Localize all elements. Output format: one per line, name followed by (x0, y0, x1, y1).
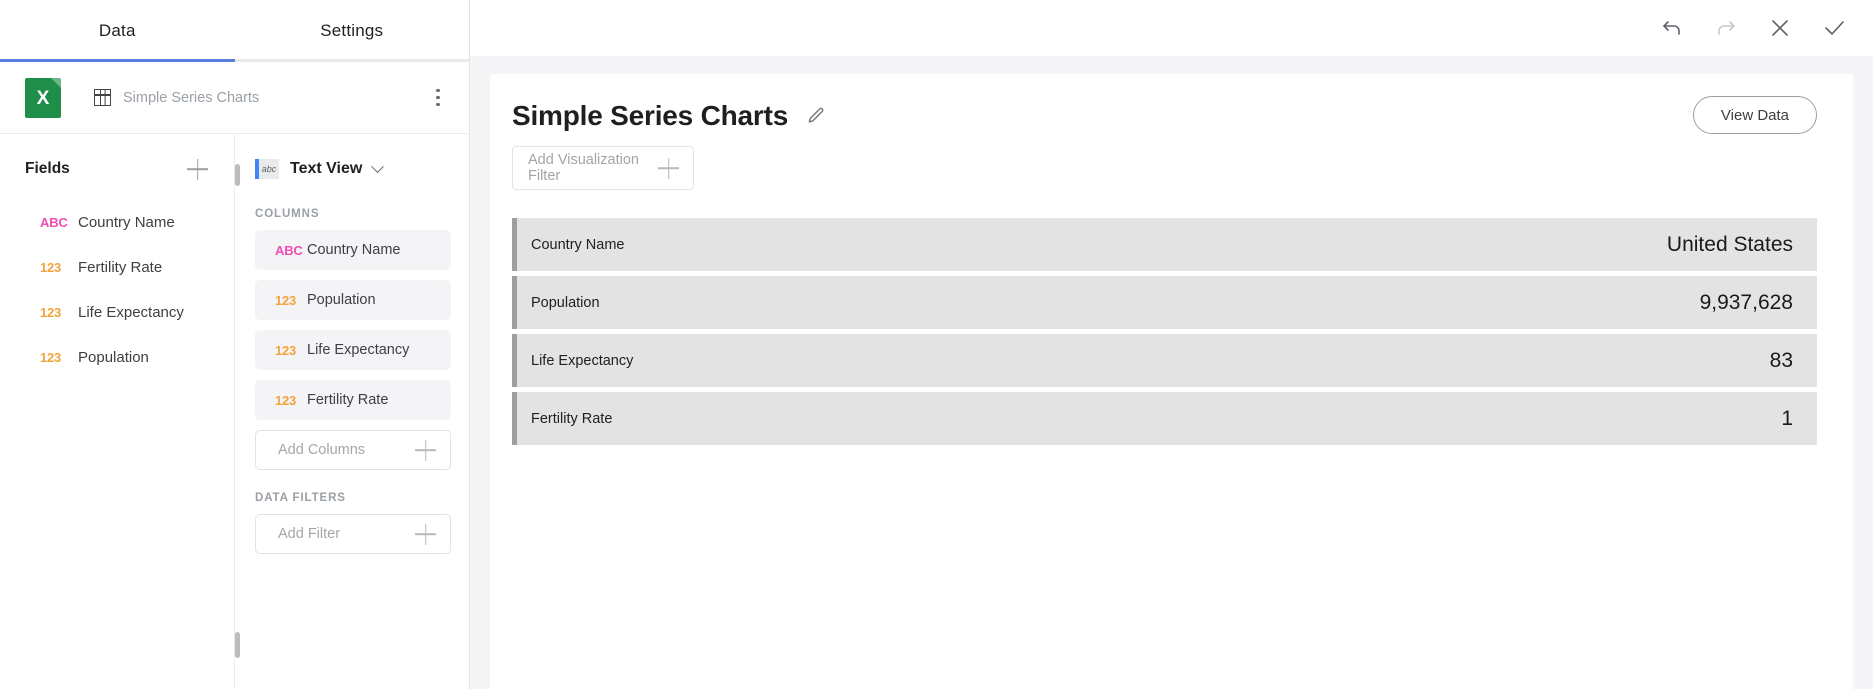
panel-tabs: Data Settings (0, 0, 469, 62)
add-filter-label: Add Filter (278, 526, 341, 542)
config-scrollbar-thumb-bottom[interactable] (235, 632, 240, 658)
tab-settings-label: Settings (320, 21, 384, 40)
tab-settings[interactable]: Settings (235, 0, 470, 62)
view-type-label: Text View (290, 160, 363, 177)
add-filter-plus-icon (415, 524, 436, 545)
app-root: Data Settings X Simple Series Charts Fie… (0, 0, 1873, 689)
field-item-country-name[interactable]: ABC Country Name (0, 200, 234, 245)
chevron-down-icon (371, 159, 385, 173)
table-row: Country Name United States (512, 218, 1817, 271)
add-columns-label: Add Columns (278, 442, 366, 458)
visualization-canvas: Simple Series Charts View Data Add Visua… (470, 56, 1873, 689)
fields-header: Fields (0, 154, 234, 184)
config-scrollbar-thumb-top[interactable] (235, 164, 240, 186)
tab-data-label: Data (98, 21, 136, 40)
add-field-plus-icon[interactable] (187, 159, 208, 180)
type-123-icon: 123 (40, 305, 62, 320)
kebab-menu-icon[interactable] (427, 83, 449, 113)
add-visualization-filter-plus-icon (658, 158, 679, 179)
view-data-button[interactable]: View Data (1692, 96, 1817, 134)
columns-section-heading: COLUMNS (255, 208, 320, 220)
text-view-icon: abc (255, 159, 279, 179)
dataset-row[interactable]: X Simple Series Charts (0, 62, 469, 134)
view-data-label: View Data (1720, 106, 1789, 124)
field-item-fertility-rate[interactable]: 123 Fertility Rate (0, 245, 234, 290)
column-chip-label: Fertility Rate (307, 392, 389, 408)
data-filters-section-heading: DATA FILTERS (255, 492, 346, 504)
redo-arrow-icon[interactable] (1709, 11, 1743, 45)
row-value: 9,937,628 (1699, 290, 1793, 314)
type-123-icon: 123 (275, 342, 297, 358)
row-value: 1 (1781, 406, 1793, 430)
checkmark-icon[interactable] (1817, 11, 1851, 45)
type-123-icon: 123 (40, 350, 62, 365)
type-123-icon: 123 (275, 292, 297, 308)
main-area: Simple Series Charts View Data Add Visua… (470, 0, 1873, 689)
type-123-icon: 123 (40, 260, 62, 275)
field-label: Country Name (78, 214, 175, 231)
visualization-config-column: abc Text View COLUMNS ABC Country Name 1… (235, 134, 469, 689)
field-label: Fertility Rate (78, 259, 163, 276)
column-chip-label: Country Name (307, 242, 401, 258)
add-columns-plus-icon (415, 440, 436, 461)
column-chip-country-name[interactable]: ABC Country Name (255, 230, 451, 270)
row-label: Population (531, 294, 600, 311)
page-title: Simple Series Charts (512, 100, 789, 131)
row-label: Country Name (531, 236, 625, 253)
dataset-name: Simple Series Charts (123, 89, 260, 106)
type-123-icon: 123 (275, 392, 297, 408)
fields-column: Fields ABC Country Name 123 Fertility Ra… (0, 134, 235, 689)
tab-data[interactable]: Data (0, 0, 235, 62)
table-row: Fertility Rate 1 (512, 392, 1817, 445)
type-abc-icon: ABC (40, 215, 68, 230)
table-row: Life Expectancy 83 (512, 334, 1817, 387)
row-label: Life Expectancy (531, 352, 634, 369)
column-chip-fertility-rate[interactable]: 123 Fertility Rate (255, 380, 451, 420)
add-filter-button[interactable]: Add Filter (255, 514, 451, 554)
column-chip-life-expectancy[interactable]: 123 Life Expectancy (255, 330, 451, 370)
pencil-edit-icon[interactable] (806, 106, 826, 126)
type-abc-icon: ABC (275, 242, 303, 258)
row-value: United States (1666, 232, 1793, 256)
column-chip-label: Population (307, 292, 376, 308)
add-visualization-filter-button[interactable]: Add Visualization Filter (512, 146, 694, 190)
add-columns-button[interactable]: Add Columns (255, 430, 451, 470)
field-label: Population (78, 349, 149, 366)
add-visualization-filter-label: Add Visualization Filter (528, 152, 639, 184)
table-grid-icon (94, 89, 111, 106)
tab-active-indicator (0, 59, 235, 62)
close-x-icon[interactable] (1763, 11, 1797, 45)
column-chip-label: Life Expectancy (307, 342, 410, 358)
left-config-panel: Data Settings X Simple Series Charts Fie… (0, 0, 470, 689)
table-row: Population 9,937,628 (512, 276, 1817, 329)
text-view-rows: Country Name United States Population 9,… (512, 218, 1817, 445)
undo-arrow-icon[interactable] (1655, 11, 1689, 45)
row-value: 83 (1769, 348, 1793, 372)
visualization-card: Simple Series Charts View Data Add Visua… (490, 74, 1853, 689)
row-label: Fertility Rate (531, 410, 613, 427)
excel-icon: X (25, 77, 61, 118)
visualization-header: Simple Series Charts (512, 100, 1817, 132)
fields-title: Fields (25, 160, 70, 177)
panel-body: Fields ABC Country Name 123 Fertility Ra… (0, 134, 469, 689)
fields-list: ABC Country Name 123 Fertility Rate 123 … (0, 200, 234, 380)
top-toolbar (470, 0, 1873, 56)
field-item-population[interactable]: 123 Population (0, 335, 234, 380)
column-chip-population[interactable]: 123 Population (255, 280, 451, 320)
field-item-life-expectancy[interactable]: 123 Life Expectancy (0, 290, 234, 335)
field-label: Life Expectancy (78, 304, 184, 321)
view-type-selector[interactable]: abc Text View (235, 152, 469, 186)
